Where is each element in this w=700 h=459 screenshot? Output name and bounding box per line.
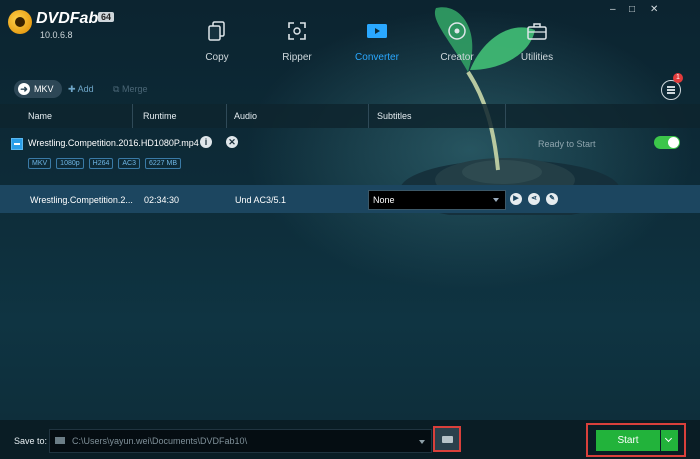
nav-utilities[interactable]: Utilities	[497, 20, 577, 63]
chevron-down-icon	[493, 198, 499, 202]
title-file-name: Wrestling.Competition.2016.HD1080P.mp4	[28, 138, 199, 148]
arrow-right-icon: ➜	[18, 83, 30, 95]
column-header-name: Name	[28, 111, 53, 121]
converter-icon	[367, 24, 387, 38]
column-divider	[505, 104, 506, 128]
info-icon[interactable]: i	[200, 136, 212, 148]
column-header-runtime: Runtime	[143, 111, 177, 121]
open-folder-icon	[442, 436, 453, 443]
menu-icon-line	[667, 92, 675, 94]
subtitle-select[interactable]: None	[368, 190, 506, 210]
nav-converter-label: Converter	[355, 52, 399, 63]
save-to-label: Save to:	[14, 436, 48, 446]
merge-label: Merge	[121, 84, 148, 94]
output-path-field[interactable]: C:\Users\yayun.wei\Documents\DVDFab10\	[49, 429, 432, 453]
play-icon[interactable]: ▶	[510, 193, 522, 205]
title-row: Wrestling.Competition.2016.HD1080P.mp4 i…	[0, 130, 700, 182]
restore-button[interactable]: □	[629, 4, 635, 15]
merge-button[interactable]: ⧉ Merge	[113, 84, 147, 95]
column-divider	[368, 104, 369, 128]
tag-resolution: 1080p	[56, 158, 84, 169]
status-text: Ready to Start	[538, 139, 596, 149]
nav-utilities-label: Utilities	[520, 52, 554, 63]
app-name: DVDFab	[36, 10, 99, 27]
top-bar: DVDFab 64 10.0.6.8 Copy Ripper Converter…	[0, 0, 700, 78]
copy-icon	[208, 21, 225, 41]
toolbar: ➜ MKV ✚ Add ⧉ Merge 1	[0, 73, 700, 100]
nav-creator[interactable]: Creator	[417, 20, 497, 63]
stream-name: Wrestling.Competition.2...	[30, 195, 133, 205]
add-label: Add	[77, 84, 94, 94]
title-tags: MKV 1080p H264 AC3 6227 MB	[28, 158, 182, 169]
tag-size: 6227 MB	[145, 158, 182, 169]
nav-converter[interactable]: Converter	[337, 20, 417, 63]
edit-icon[interactable]: ✎	[546, 193, 558, 205]
app-bits: 64	[98, 12, 115, 22]
column-header-subtitles: Subtitles	[377, 111, 412, 121]
nav-creator-label: Creator	[440, 52, 474, 63]
share-icon[interactable]: ⋖	[528, 193, 540, 205]
ripper-icon	[288, 22, 306, 40]
browse-folder-button[interactable]	[433, 426, 461, 452]
chevron-down-icon[interactable]	[419, 440, 425, 444]
profile-button[interactable]: ➜ MKV	[14, 80, 62, 98]
bottom-bar: Save to: C:\Users\yayun.wei\Documents\DV…	[0, 420, 700, 459]
tag-codec: H264	[88, 158, 114, 169]
remove-title-icon[interactable]: ✕	[226, 136, 238, 148]
tag-format: MKV	[28, 158, 52, 169]
output-path-text: C:\Users\yayun.wei\Documents\DVDFab10\	[72, 436, 248, 446]
nav-ripper[interactable]: Ripper	[257, 20, 337, 63]
menu-button[interactable]	[661, 80, 681, 100]
minimize-button[interactable]: –	[610, 4, 616, 15]
start-options-dropdown[interactable]	[661, 430, 678, 451]
app-logo: DVDFab 64 10.0.6.8	[8, 8, 118, 44]
start-button[interactable]: Start	[596, 430, 660, 451]
add-button[interactable]: ✚ Add	[68, 84, 94, 95]
table-header: Name Runtime Audio Subtitles	[0, 104, 700, 128]
nav-copy[interactable]: Copy	[177, 20, 257, 63]
tag-audio: AC3	[118, 158, 140, 169]
notification-badge: 1	[673, 73, 683, 83]
merge-icon: ⧉	[113, 84, 120, 94]
column-divider	[226, 104, 227, 128]
menu-icon-line	[667, 86, 675, 88]
close-button[interactable]: ✕	[650, 4, 658, 15]
column-header-audio: Audio	[234, 111, 258, 121]
creator-icon	[448, 22, 466, 40]
app-version: 10.0.6.8	[40, 30, 73, 40]
stream-audio: Und AC3/5.1	[235, 195, 287, 205]
plus-icon: ✚	[68, 84, 76, 94]
title-checkbox[interactable]	[11, 138, 23, 150]
profile-label: MKV	[34, 84, 54, 94]
nav-ripper-label: Ripper	[282, 52, 312, 63]
enable-toggle[interactable]	[654, 136, 680, 149]
nav-copy-label: Copy	[205, 52, 229, 63]
table-row[interactable]: Wrestling.Competition.2... 02:34:30 Und …	[0, 185, 700, 213]
stream-runtime: 02:34:30	[144, 195, 180, 205]
utilities-icon	[527, 23, 547, 40]
dvdfab-logo-icon	[8, 10, 32, 34]
column-divider	[132, 104, 133, 128]
menu-icon-line	[667, 89, 675, 91]
subtitle-value: None	[373, 195, 395, 205]
folder-icon	[55, 437, 65, 444]
